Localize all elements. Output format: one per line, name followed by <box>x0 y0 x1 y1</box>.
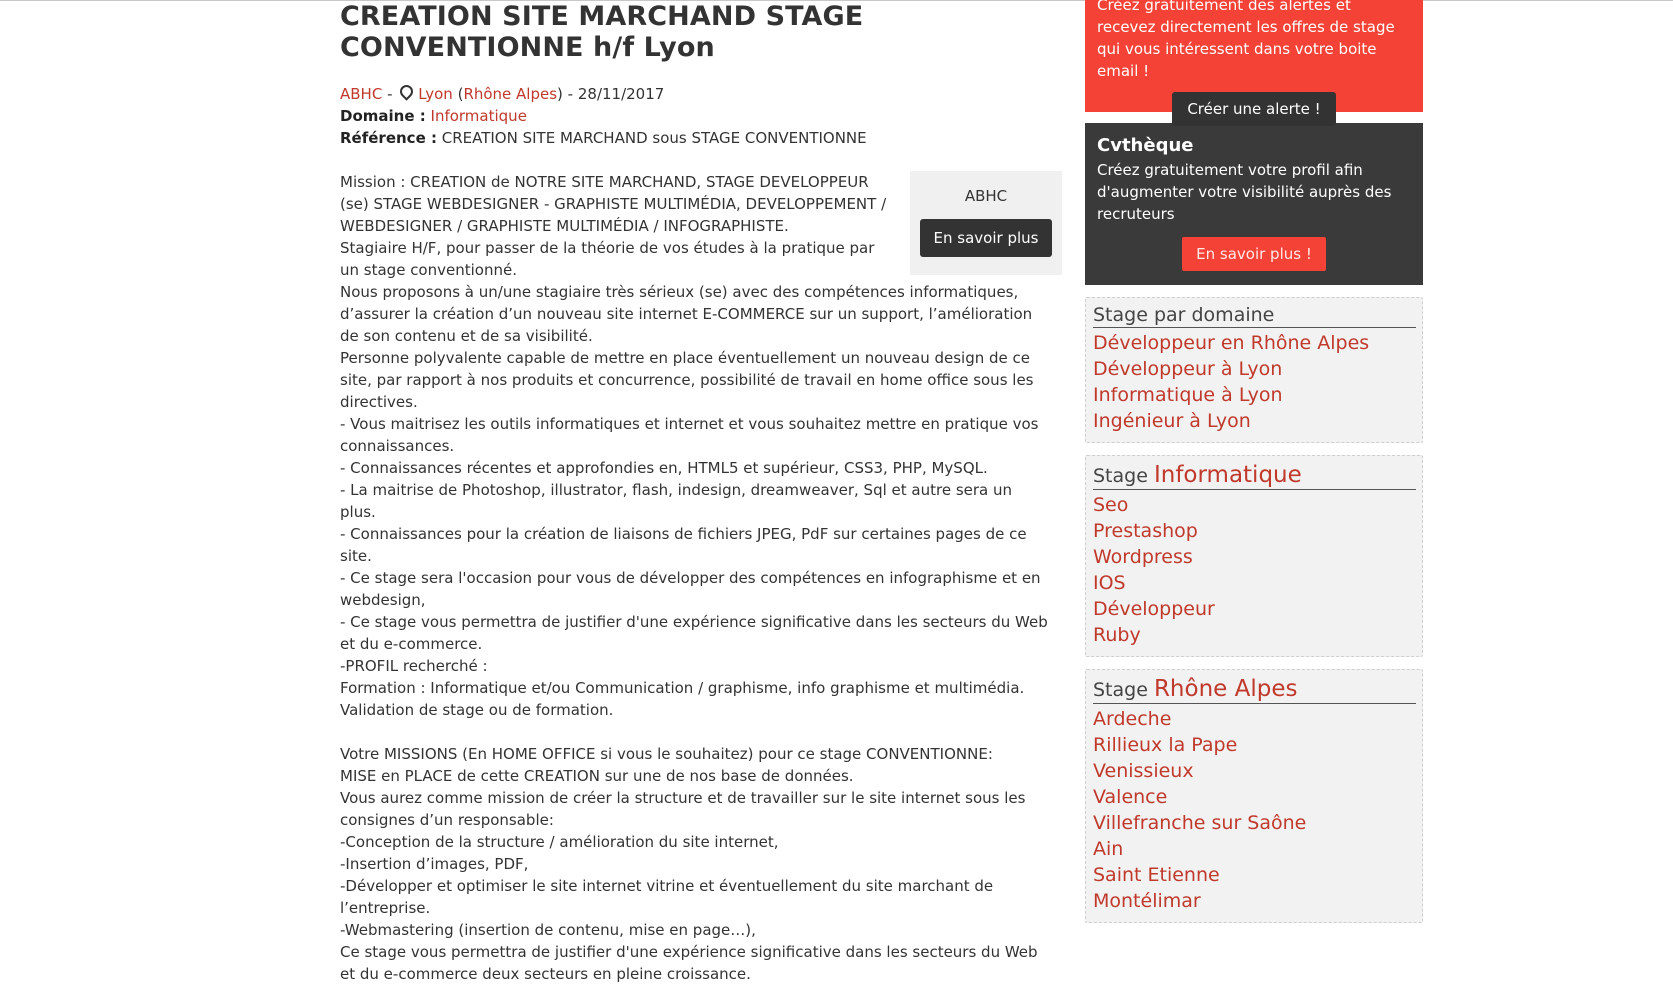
sidebar-link[interactable]: Développeur <box>1093 596 1416 622</box>
company-box: ABHC En savoir plus <box>910 171 1062 275</box>
panel-region-list: Ardeche Rillieux la Pape Venissieux Valence… <box>1093 706 1416 914</box>
job-reference-line: Référence : CREATION SITE MARCHAND sous … <box>340 127 1050 149</box>
description-line: Formation : Informatique et/ou Communica… <box>340 679 1025 697</box>
panel-title-prefix: Stage <box>1093 679 1154 701</box>
sidebar-link[interactable]: Montélimar <box>1093 888 1416 914</box>
description-line: Personne polyvalente capable de mettre e… <box>340 349 1034 411</box>
panel-region-link[interactable]: Rhône Alpes <box>1154 676 1298 702</box>
location-pin-icon <box>397 82 416 101</box>
job-meta-line: ABHC - Lyon (Rhône Alpes) - 28/11/2017 <box>340 82 1050 105</box>
reference-value: CREATION SITE MARCHAND sous STAGE CONVEN… <box>441 129 867 147</box>
company-box-name: ABHC <box>964 187 1008 205</box>
sidebar-link[interactable]: Saint Etienne <box>1093 862 1416 888</box>
description-line: MISE en PLACE de cette CREATION sur une … <box>340 767 854 785</box>
create-alert-button[interactable]: Créer une alerte ! <box>1172 92 1336 126</box>
panel-informatique-title: Stage Informatique <box>1093 462 1416 490</box>
description-line: -Conception de la structure / améliorati… <box>340 833 779 851</box>
description-line: Nous proposons à un/une stagiaire très s… <box>340 283 1033 345</box>
description-line: -PROFIL recherché : <box>340 657 488 675</box>
sidebar-link[interactable]: Développeur en Rhône Alpes <box>1093 330 1416 356</box>
company-more-button[interactable]: En savoir plus <box>919 219 1053 257</box>
cvtheque-more-button[interactable]: En savoir plus ! <box>1182 237 1326 271</box>
description-line: -Développer et optimiser le site interne… <box>340 877 994 917</box>
description-line: - Connaissances récentes et approfondies… <box>340 459 988 477</box>
sidebar-link[interactable]: Informatique à Lyon <box>1093 382 1416 408</box>
job-domain-line: Domaine : Informatique <box>340 105 1050 127</box>
description-line: - La maitrise de Photoshop, illustrator,… <box>340 481 1012 521</box>
sidebar-link[interactable]: Ardeche <box>1093 706 1416 732</box>
sidebar-link[interactable]: Villefranche sur Saône <box>1093 810 1416 836</box>
cvtheque-text: Créez gratuitement votre profil afin d'a… <box>1097 161 1392 223</box>
panel-informatique: Stage Informatique Seo Prestashop Wordpres… <box>1085 455 1423 657</box>
panel-by-domain: Stage par domaine Développeur en Rhône A… <box>1085 297 1423 443</box>
description-line: -Insertion d’images, PDF, <box>340 855 529 873</box>
description-line: - Vous maitrisez les outils informatique… <box>340 415 1039 455</box>
alert-box: Créez gratuitement des alertes et receve… <box>1085 0 1423 126</box>
description-line: - Connaissances pour la création de liai… <box>340 525 1027 565</box>
sidebar-link[interactable]: Ruby <box>1093 622 1416 648</box>
job-description: ABHC En savoir plus Mission : CREATION d… <box>340 171 1062 985</box>
description-line: - Ce stage vous permettra de justifier d… <box>340 613 1048 653</box>
city-link[interactable]: Lyon <box>418 85 453 103</box>
panel-informatique-list: Seo Prestashop Wordpress IOS Développeur Ruby <box>1093 492 1416 648</box>
description-line: Votre MISSIONS (En HOME OFFICE si vous l… <box>340 745 993 763</box>
job-title: CREATION SITE MARCHAND STAGE CONVENTIONN… <box>340 1 864 63</box>
sidebar-link[interactable]: IOS <box>1093 570 1416 596</box>
meta-separator: - <box>382 85 398 103</box>
description-line: -Webmastering (insertion de contenu, mis… <box>340 921 756 939</box>
description-lines: Mission : CREATION de NOTRE SITE MARCHAN… <box>340 171 1050 985</box>
panel-by-domain-list: Développeur en Rhône Alpes Développeur à … <box>1093 330 1416 434</box>
domain-link[interactable]: Informatique <box>431 107 527 125</box>
panel-informatique-link[interactable]: Informatique <box>1154 462 1302 488</box>
panel-title-prefix: Stage <box>1093 465 1154 487</box>
cvtheque-title: Cvthèque <box>1097 135 1194 156</box>
description-line: - Ce stage sera l'occasion pour vous de … <box>340 569 1041 609</box>
region-link[interactable]: Rhône Alpes <box>463 85 557 103</box>
sidebar-link[interactable]: Rillieux la Pape <box>1093 732 1416 758</box>
job-main-column: CREATION SITE MARCHAND STAGE CONVENTIONN… <box>340 1 1062 985</box>
job-date: - 28/11/2017 <box>562 85 665 103</box>
sidebar-link[interactable]: Venissieux <box>1093 758 1416 784</box>
description-line: Ce stage vous permettra de justifier d'u… <box>340 943 1038 983</box>
panel-by-domain-title: Stage par domaine <box>1093 304 1416 328</box>
sidebar-link[interactable]: Seo <box>1093 492 1416 518</box>
sidebar: Créez gratuitement des alertes et receve… <box>1085 0 1423 923</box>
sidebar-link[interactable]: Ingénieur à Lyon <box>1093 408 1416 434</box>
domain-label: Domaine : <box>340 107 426 125</box>
description-line: Vous aurez comme mission de créer la str… <box>340 789 1026 829</box>
panel-region-title: Stage Rhône Alpes <box>1093 676 1416 704</box>
panel-region: Stage Rhône Alpes Ardeche Rillieux la Pap… <box>1085 669 1423 923</box>
description-line: Validation de stage ou de formation. <box>340 701 614 719</box>
cvtheque-box: Cvthèque Créez gratuitement votre profil… <box>1085 123 1423 285</box>
job-meta: ABHC - Lyon (Rhône Alpes) - 28/11/2017 D… <box>340 82 1050 149</box>
sidebar-link[interactable]: Valence <box>1093 784 1416 810</box>
company-link[interactable]: ABHC <box>340 85 382 103</box>
alert-text: Créez gratuitement des alertes et receve… <box>1097 0 1395 80</box>
sidebar-link[interactable]: Wordpress <box>1093 544 1416 570</box>
sidebar-link[interactable]: Prestashop <box>1093 518 1416 544</box>
description-gap <box>340 721 1050 743</box>
sidebar-link[interactable]: Ain <box>1093 836 1416 862</box>
sidebar-link[interactable]: Développeur à Lyon <box>1093 356 1416 382</box>
reference-label: Référence : <box>340 129 437 147</box>
